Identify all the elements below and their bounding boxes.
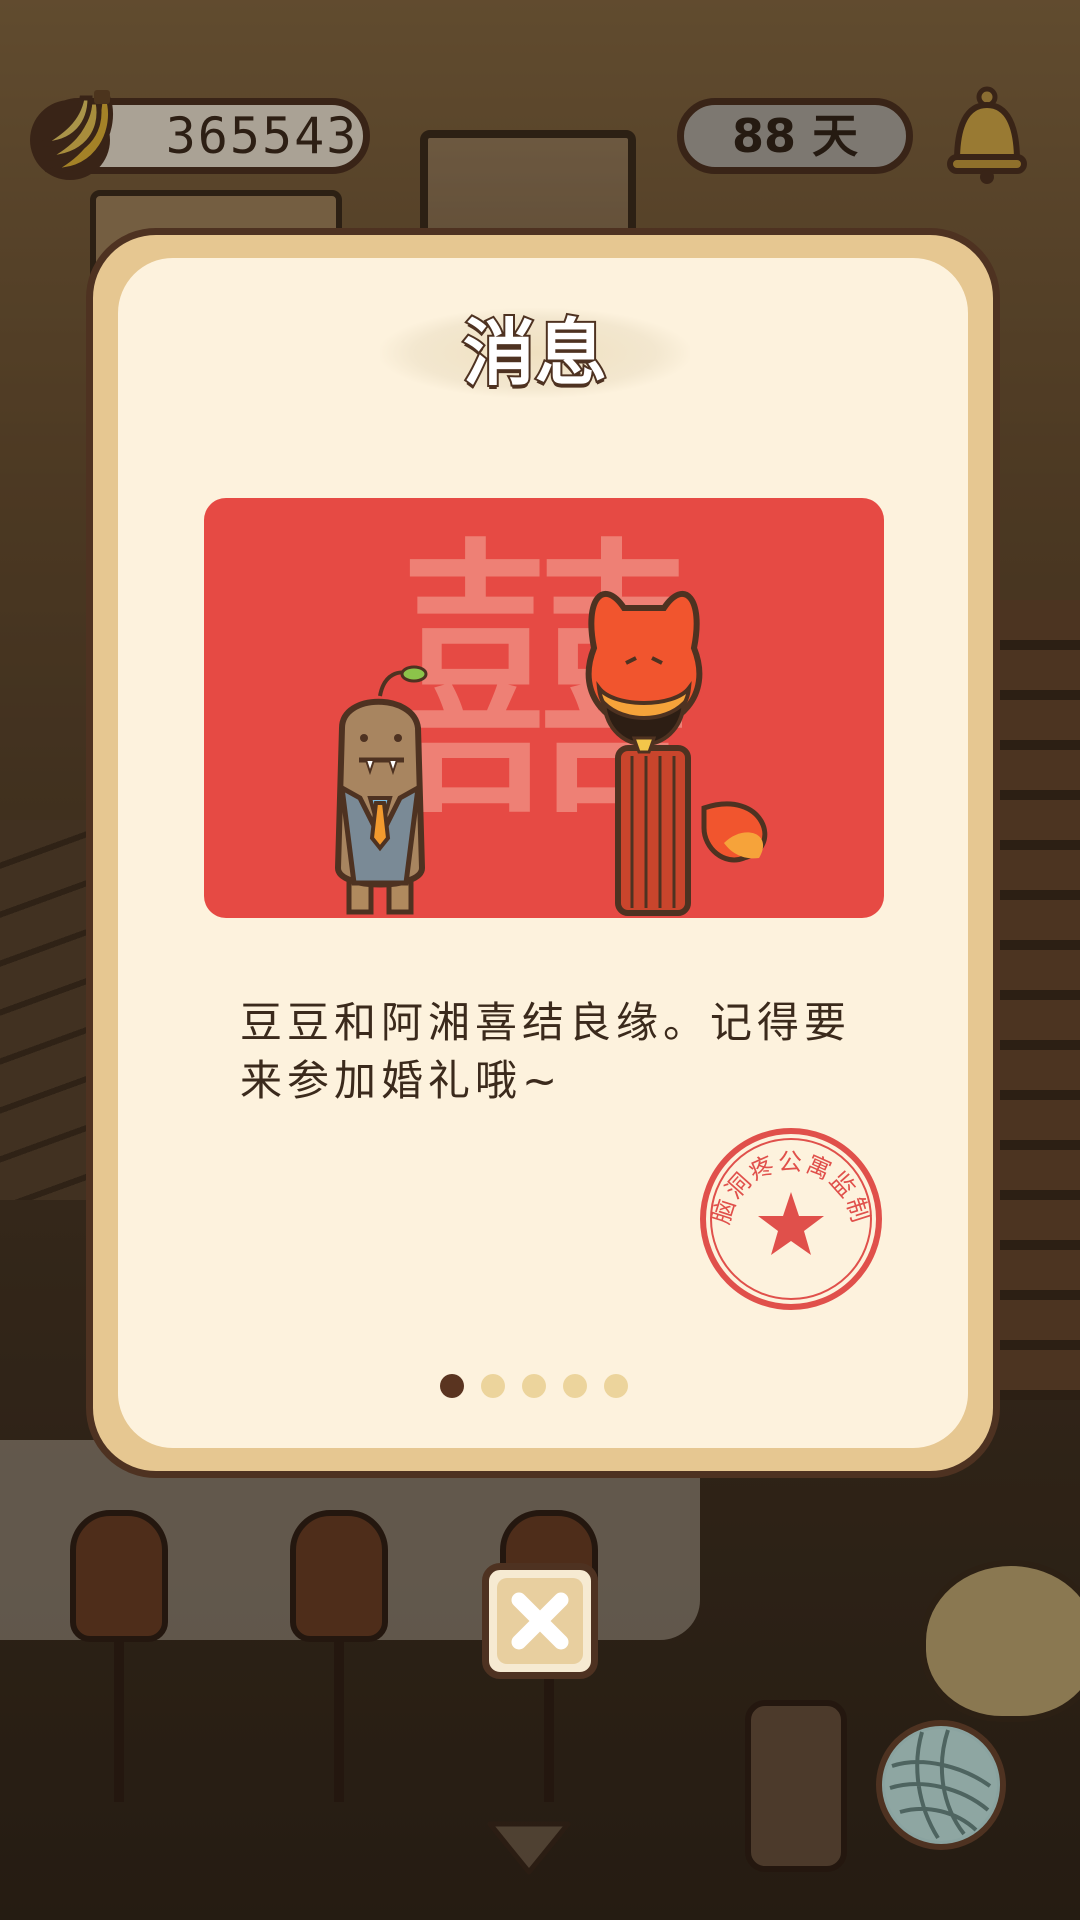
page-dot[interactable] <box>604 1374 628 1398</box>
page-indicator <box>440 1374 628 1398</box>
yarn-ball-icon <box>885 1729 997 1841</box>
wedding-illustration: 囍 <box>204 498 884 918</box>
collapse-button[interactable] <box>484 1818 574 1878</box>
chevron-down-icon <box>487 1821 571 1875</box>
close-button-face <box>497 1578 583 1664</box>
page-dot-active[interactable] <box>440 1374 464 1398</box>
close-icon <box>511 1592 569 1650</box>
page-dot[interactable] <box>522 1374 546 1398</box>
message-body: 豆豆和阿湘喜结良缘。记得要来参加婚礼哦~ <box>240 998 852 1105</box>
dialog-title: 消息 <box>461 309 609 397</box>
seal-stamp: 脑洞疼公寓监制 <box>696 1124 886 1314</box>
yarn-button[interactable] <box>876 1720 1006 1850</box>
close-button[interactable] <box>482 1563 598 1679</box>
page-dot[interactable] <box>563 1374 587 1398</box>
page-dot[interactable] <box>481 1374 505 1398</box>
